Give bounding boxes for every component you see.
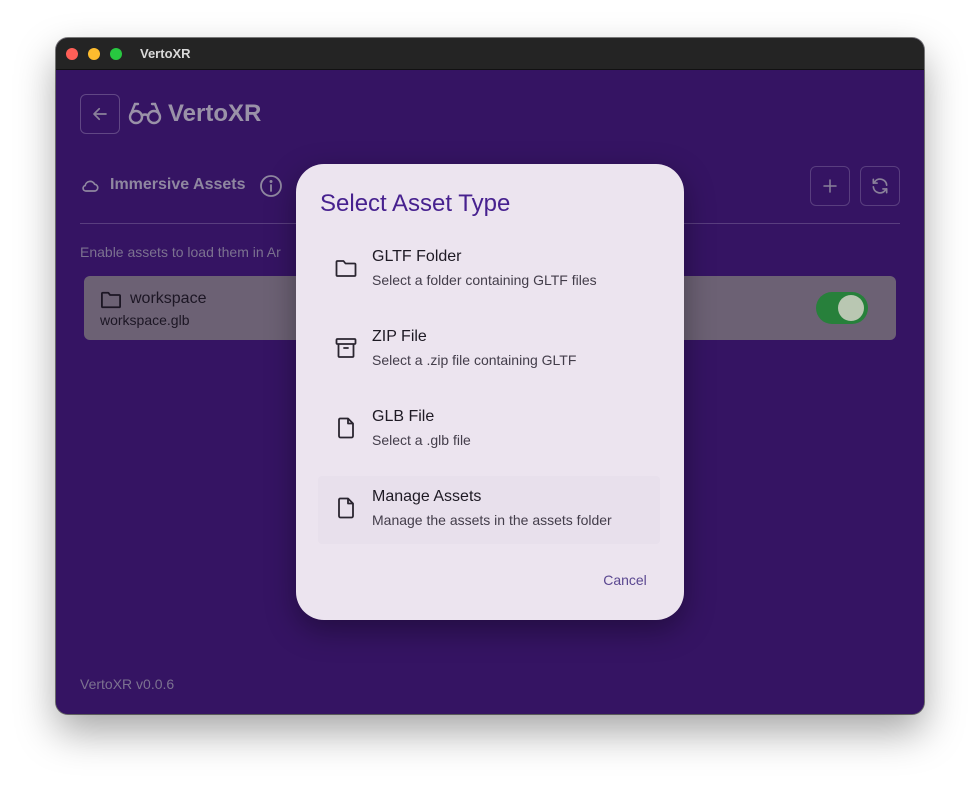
option-glb-file[interactable]: GLB File Select a .glb file [318, 396, 660, 464]
arrow-left-icon [93, 107, 107, 121]
dialog-title: Select Asset Type [320, 190, 511, 217]
option-subtitle: Manage the assets in the assets folder [372, 512, 612, 528]
back-button[interactable] [80, 94, 120, 134]
hint-text: Enable assets to load them in Ar [80, 244, 281, 260]
asset-filename: workspace.glb [100, 312, 190, 328]
main-content: VertoXR Immersive Assets Enable assets t… [56, 70, 924, 714]
app-window: VertoXR VertoXR Immersive Assets Enable … [56, 38, 924, 714]
refresh-icon [872, 178, 888, 194]
plus-icon [823, 179, 837, 193]
option-title: ZIP File [372, 328, 427, 345]
select-asset-type-dialog: Select Asset Type GLTF Folder Select a f… [296, 164, 684, 620]
option-title: GLTF Folder [372, 248, 462, 265]
file-icon [334, 416, 358, 440]
minimize-window-button[interactable] [88, 48, 100, 60]
cloud-icon [80, 176, 100, 196]
asset-enable-toggle[interactable] [816, 292, 868, 324]
asset-name: workspace [130, 290, 207, 307]
info-icon[interactable] [259, 174, 283, 198]
file-icon [334, 496, 358, 520]
archive-icon [334, 336, 358, 360]
version-label: VertoXR v0.0.6 [80, 676, 175, 692]
folder-icon [334, 256, 358, 280]
refresh-button[interactable] [860, 166, 900, 206]
toggle-knob [838, 295, 864, 321]
option-title: Manage Assets [372, 488, 482, 505]
option-zip-file[interactable]: ZIP File Select a .zip file containing G… [318, 316, 660, 384]
cancel-button[interactable]: Cancel [590, 562, 660, 598]
folder-icon [100, 290, 122, 310]
option-manage-assets[interactable]: Manage Assets Manage the assets in the a… [318, 476, 660, 544]
option-subtitle: Select a .zip file containing GLTF [372, 352, 577, 368]
title-bar: VertoXR [56, 38, 924, 70]
glasses-icon [128, 100, 162, 126]
section-title: Immersive Assets [110, 176, 246, 193]
add-asset-button[interactable] [810, 166, 850, 206]
maximize-window-button[interactable] [110, 48, 122, 60]
option-title: GLB File [372, 408, 435, 425]
option-subtitle: Select a folder containing GLTF files [372, 272, 597, 288]
option-gltf-folder[interactable]: GLTF Folder Select a folder containing G… [318, 236, 660, 304]
brand-title: VertoXR [168, 100, 262, 127]
window-title: VertoXR [140, 46, 191, 61]
option-subtitle: Select a .glb file [372, 432, 471, 448]
close-window-button[interactable] [66, 48, 78, 60]
